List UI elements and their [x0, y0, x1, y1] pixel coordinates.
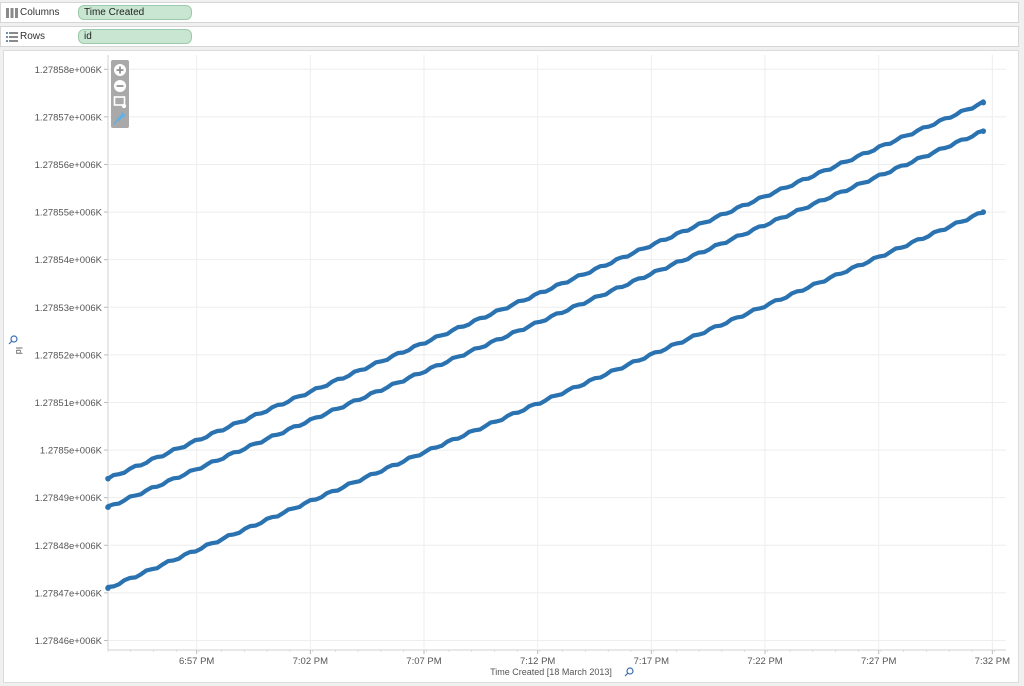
pin-needle: [8, 340, 13, 345]
zoom-out-icon[interactable]: [113, 79, 127, 93]
rect-select-icon[interactable]: [113, 95, 127, 109]
series-start-point: [105, 504, 111, 511]
columns-shelf[interactable]: Columns Time Created: [0, 2, 1019, 23]
y-tick-label: 1.27852e+006K: [35, 350, 103, 361]
x-tick-label: 6:57 PM: [179, 656, 214, 667]
y-tick-label: 1.27846e+006K: [35, 636, 103, 647]
y-axis-title: Id: [14, 347, 24, 355]
y-tick-label: 1.27848e+006K: [35, 541, 103, 552]
y-tick-label: 1.2785e+006K: [40, 446, 103, 457]
y-axis-ticks: 1.27858e+006K 1.27857e+006K 1.27856e+006K 1…: [35, 65, 108, 647]
x-tick-label: 7:32 PM: [975, 656, 1010, 667]
y-tick-label: 1.27847e+006K: [35, 588, 103, 599]
y-tick-label: 1.27853e+006K: [35, 303, 103, 314]
x-axis-ticks: 6:57 PM 7:02 PM 7:07 PM 7:12 PM 7:17 PM 7:22 …: [107, 650, 1010, 667]
zoom-in-icon[interactable]: [113, 63, 127, 77]
rows-pill-id[interactable]: id: [78, 29, 192, 44]
x-tick-label: 7:22 PM: [747, 656, 782, 667]
gridlines: [107, 55, 1006, 651]
x-tick-label: 7:02 PM: [293, 656, 328, 667]
columns-icon: [6, 8, 18, 18]
y-tick-label: 1.27856e+006K: [35, 160, 103, 171]
x-tick-label: 7:17 PM: [634, 656, 669, 667]
y-axis-pin-icon[interactable]: [8, 335, 18, 345]
y-tick-label: 1.27857e+006K: [35, 112, 103, 123]
x-tick-label: 7:27 PM: [861, 656, 896, 667]
y-tick-label: 1.27855e+006K: [35, 208, 103, 219]
series-marks: [105, 99, 987, 591]
view-toolbar: [111, 60, 129, 128]
rows-icon: [6, 32, 18, 42]
series-line-1: [105, 99, 986, 481]
columns-label: Columns: [20, 7, 60, 18]
y-tick-label: 1.27858e+006K: [35, 65, 103, 76]
series-end-point: [980, 209, 987, 215]
series-start-point: [105, 475, 111, 482]
x-axis-pin-icon[interactable]: [624, 667, 634, 677]
x-tick-label: 7:12 PM: [520, 656, 555, 667]
pin-needle: [624, 672, 629, 677]
rows-shelf[interactable]: Rows id: [0, 26, 1019, 47]
columns-pill-time-created[interactable]: Time Created: [78, 5, 192, 20]
y-tick-label: 1.27849e+006K: [35, 493, 103, 504]
series-end-point: [980, 128, 987, 134]
y-tick-label: 1.27851e+006K: [35, 398, 103, 409]
viz-view[interactable]: 1.27858e+006K 1.27857e+006K 1.27856e+006K 1…: [3, 50, 1019, 683]
series-line-3: [105, 210, 986, 590]
x-tick-label: 7:07 PM: [406, 656, 441, 667]
series-end-point: [980, 99, 987, 106]
y-tick-label: 1.27854e+006K: [35, 255, 103, 266]
pin-icon[interactable]: [113, 111, 127, 125]
rows-label: Rows: [20, 31, 46, 42]
series-start-point: [105, 585, 111, 591]
x-axis-title: Time Created [18 March 2013]: [490, 667, 612, 677]
chart-svg[interactable]: 1.27858e+006K 1.27857e+006K 1.27856e+006K 1…: [4, 51, 1018, 682]
